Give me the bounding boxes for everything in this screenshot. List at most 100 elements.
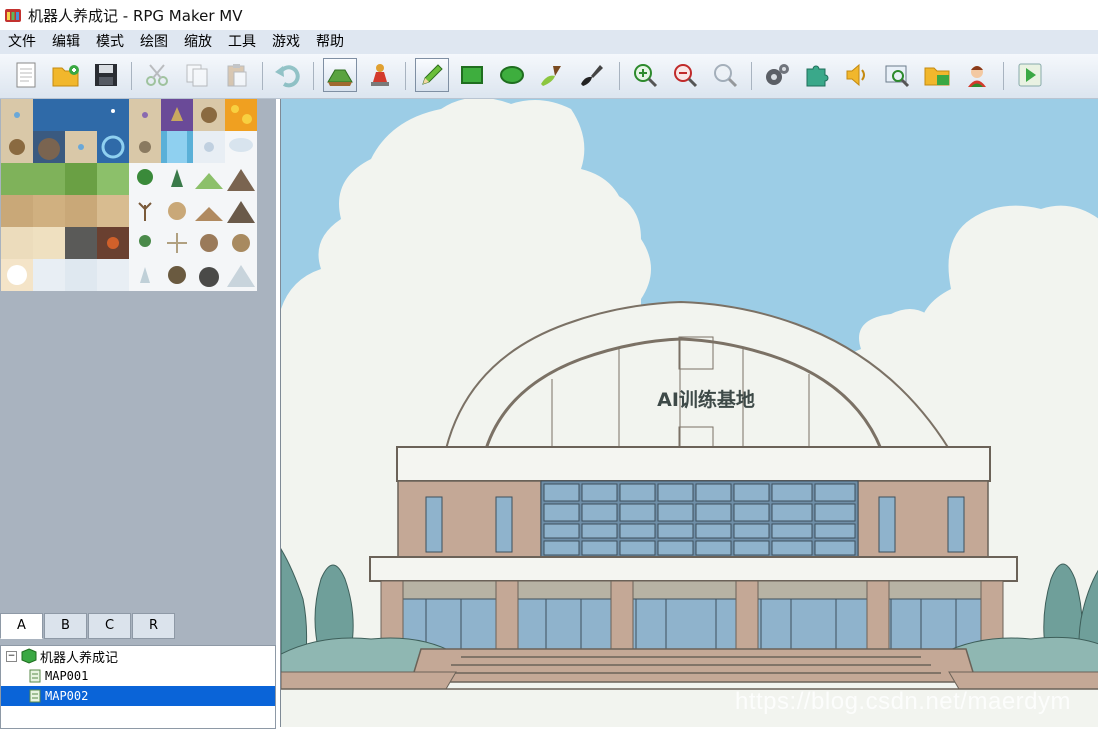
zoom-out-button[interactable] xyxy=(668,58,702,92)
tile-mountain[interactable] xyxy=(225,163,257,195)
tree-map-row-selected[interactable]: MAP002 xyxy=(1,686,275,706)
tile-crater[interactable] xyxy=(161,259,193,291)
event-mode-button[interactable] xyxy=(363,58,397,92)
tile-snow-pine[interactable] xyxy=(129,259,161,291)
zoom-out-icon xyxy=(674,64,698,88)
tile-light-sand[interactable] xyxy=(1,227,33,259)
tile-grass[interactable] xyxy=(33,163,65,195)
menu-edit[interactable]: 编辑 xyxy=(44,30,88,54)
event-searcher-icon xyxy=(885,65,910,88)
toolbar-separator xyxy=(405,62,406,90)
tile-rocks[interactable] xyxy=(193,227,225,259)
tile-mountain[interactable] xyxy=(225,195,257,227)
undo-button[interactable] xyxy=(271,58,305,92)
zoom-in-button[interactable] xyxy=(628,58,662,92)
tile-water[interactable] xyxy=(65,99,97,131)
map-name: MAP001 xyxy=(45,669,89,683)
tile-water[interactable] xyxy=(33,99,65,131)
palette-tab-r[interactable]: R xyxy=(132,613,175,639)
menu-help[interactable]: 帮助 xyxy=(308,30,352,54)
menu-draw[interactable]: 绘图 xyxy=(132,30,176,54)
tile-tree[interactable] xyxy=(129,227,161,259)
tile-snow[interactable] xyxy=(193,131,225,163)
tile-volcanic[interactable] xyxy=(97,227,129,259)
menu-scale[interactable]: 缩放 xyxy=(176,30,220,54)
menu-tools[interactable]: 工具 xyxy=(220,30,264,54)
sound-test-button[interactable] xyxy=(840,58,874,92)
tile-dirt[interactable] xyxy=(33,195,65,227)
cut-button[interactable] xyxy=(140,58,174,92)
tile-water-sparkle[interactable] xyxy=(97,99,129,131)
new-project-button[interactable] xyxy=(9,58,43,92)
tile-sand-rock[interactable] xyxy=(129,131,161,163)
title-bar: 机器人养成记 - RPG Maker MV xyxy=(0,0,1098,30)
palette-tab-c[interactable]: C xyxy=(88,613,131,639)
tile-lava[interactable] xyxy=(225,99,257,131)
menu-file[interactable]: 文件 xyxy=(0,30,44,54)
map-editor-canvas[interactable]: AI训练基地 xyxy=(280,99,1098,727)
plugin-manager-button[interactable] xyxy=(800,58,834,92)
tile-sand-rock[interactable] xyxy=(1,131,33,163)
tile-grass[interactable] xyxy=(97,163,129,195)
tile-dirt-hill[interactable] xyxy=(193,195,225,227)
tile-cloud[interactable] xyxy=(225,131,257,163)
tile-palette[interactable] xyxy=(1,99,258,292)
collapse-toggle-icon[interactable]: − xyxy=(6,650,17,662)
step-ledge-left xyxy=(281,671,457,690)
map-file-icon xyxy=(29,689,41,703)
tile-snow[interactable] xyxy=(65,259,97,291)
character-generator-button[interactable] xyxy=(960,58,994,92)
tile-snow[interactable] xyxy=(33,259,65,291)
tile-tree[interactable] xyxy=(129,163,161,195)
tile-whirlpool[interactable] xyxy=(97,131,129,163)
resource-manager-button[interactable] xyxy=(920,58,954,92)
zoom-actual-button[interactable] xyxy=(708,58,742,92)
database-button[interactable] xyxy=(760,58,794,92)
flood-fill-button[interactable] xyxy=(535,58,569,92)
new-project-icon xyxy=(16,62,36,88)
tile-glow[interactable] xyxy=(1,259,33,291)
tile-purple-rock[interactable] xyxy=(161,99,193,131)
tree-map-row[interactable]: MAP001 xyxy=(1,666,275,686)
paste-button[interactable] xyxy=(220,58,254,92)
tile-dirt[interactable] xyxy=(65,195,97,227)
tile-sand-dot[interactable] xyxy=(129,99,161,131)
map-mode-button[interactable] xyxy=(323,58,357,92)
shadow-pen-button[interactable] xyxy=(575,58,609,92)
tile-dirt-mound[interactable] xyxy=(161,195,193,227)
playtest-button[interactable] xyxy=(1013,58,1047,92)
open-project-button[interactable] xyxy=(49,58,83,92)
tile-dirt[interactable] xyxy=(1,195,33,227)
tile-dark-rocks[interactable] xyxy=(193,259,225,291)
palette-tab-b[interactable]: B xyxy=(44,613,87,639)
tile-dirt[interactable] xyxy=(97,195,129,227)
tile-hill[interactable] xyxy=(193,163,225,195)
tree-project-row[interactable]: − 机器人养成记 xyxy=(1,646,275,666)
pillar xyxy=(495,580,519,650)
tile-grass[interactable] xyxy=(65,163,97,195)
open-project-icon xyxy=(52,65,79,87)
tile-rocks[interactable] xyxy=(225,227,257,259)
tile-rock-pile[interactable] xyxy=(33,131,65,163)
menu-mode[interactable]: 模式 xyxy=(88,30,132,54)
tile-dead-tree[interactable] xyxy=(129,195,161,227)
copy-button[interactable] xyxy=(180,58,214,92)
menu-game[interactable]: 游戏 xyxy=(264,30,308,54)
tile-rock-ground[interactable] xyxy=(65,227,97,259)
tile-grass[interactable] xyxy=(1,163,33,195)
tile-light-sand[interactable] xyxy=(33,227,65,259)
rectangle-button[interactable] xyxy=(455,58,489,92)
ellipse-button[interactable] xyxy=(495,58,529,92)
tile-sand-rock[interactable] xyxy=(193,99,225,131)
tile-snow[interactable] xyxy=(97,259,129,291)
event-searcher-button[interactable] xyxy=(880,58,914,92)
pencil-button[interactable] xyxy=(415,58,449,92)
palette-tab-a[interactable]: A xyxy=(0,613,43,639)
tile-snow-mountain[interactable] xyxy=(225,259,257,291)
tile-waterfall[interactable] xyxy=(161,131,193,163)
save-project-button[interactable] xyxy=(89,58,123,92)
tile-sand-dot[interactable] xyxy=(1,99,33,131)
tile-pine[interactable] xyxy=(161,163,193,195)
tile-star-tree[interactable] xyxy=(161,227,193,259)
tile-sand-dot[interactable] xyxy=(65,131,97,163)
